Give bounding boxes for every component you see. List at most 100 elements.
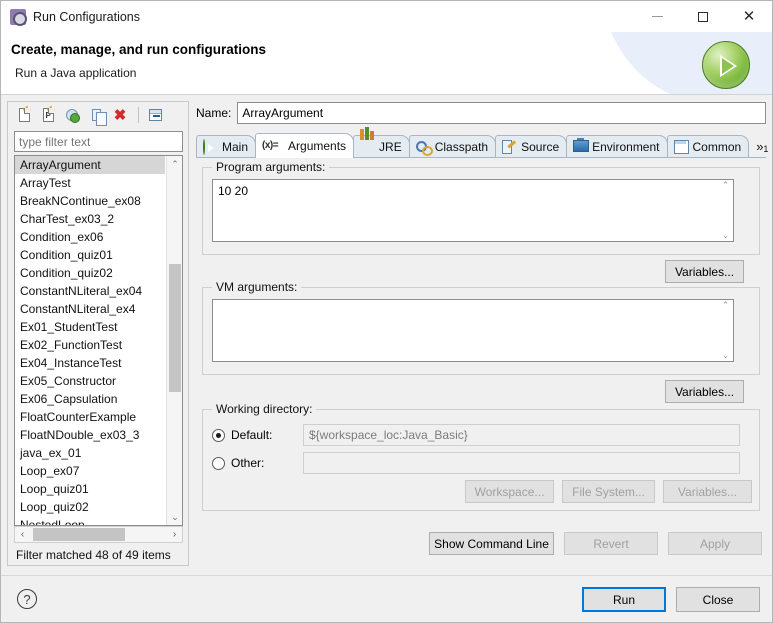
working-directory-default-option[interactable]: Default: ${workspace_loc:Java_Basic} <box>212 424 752 446</box>
vm-arguments-scrollbar[interactable]: ⌃ ⌄ <box>718 300 733 361</box>
vm-arguments-input[interactable] <box>212 299 734 362</box>
radio-other-icon[interactable] <box>212 456 225 470</box>
header-banner: Create, manage, and run configurations R… <box>1 32 772 95</box>
run-configurations-icon <box>10 8 27 26</box>
footer-buttons: Run Close <box>582 587 760 612</box>
default-directory-field: ${workspace_loc:Java_Basic} <box>303 424 740 446</box>
tab-classpath[interactable]: Classpath <box>408 135 497 157</box>
list-item[interactable]: Ex05_Constructor <box>15 372 165 390</box>
tab-label: Classpath <box>434 139 489 154</box>
program-arguments-scrollbar[interactable]: ⌃ ⌄ <box>718 180 733 241</box>
filter-status-text: Filter matched 48 of 49 items <box>16 548 171 562</box>
classpath-tab-icon <box>416 140 431 154</box>
file-system-button[interactable]: File System... <box>562 480 655 503</box>
tab-label: Common <box>692 139 742 154</box>
list-item[interactable]: FloatCounterExample <box>15 408 165 426</box>
working-directory-buttons: Workspace... File System... Variables... <box>465 480 752 503</box>
configurations-list[interactable]: ArrayArgument ArrayTest BreakNContinue_ex0… <box>14 155 183 526</box>
tab-main[interactable]: Main <box>196 135 257 157</box>
list-item[interactable]: Ex02_FunctionTest <box>15 336 165 354</box>
scroll-down-icon[interactable]: ⌄ <box>722 230 730 241</box>
configurations-panel: ✚ P✚ ✖ A <box>7 101 189 566</box>
list-item[interactable]: ConstantNLiteral_ex04 <box>15 282 165 300</box>
scroll-up-icon[interactable]: ⌃ <box>722 180 730 191</box>
tab-overflow-count: 1 <box>763 144 769 154</box>
program-arguments-label: Program arguments: <box>212 160 330 174</box>
horizontal-scroll-thumb[interactable] <box>33 528 125 541</box>
collapse-all-icon[interactable] <box>144 104 166 126</box>
list-item[interactable]: CharTest_ex03_2 <box>15 210 165 228</box>
list-item[interactable]: FloatNDouble_ex03_3 <box>15 426 165 444</box>
tab-arguments[interactable]: (x)= Arguments <box>255 133 355 158</box>
working-directory-other-option[interactable]: Other: <box>212 452 752 474</box>
list-item[interactable]: Condition_quiz01 <box>15 246 165 264</box>
program-arguments-variables-button[interactable]: Variables... <box>665 260 744 283</box>
tab-common[interactable]: Common <box>666 135 750 157</box>
name-row: Name: <box>196 101 766 125</box>
list-item[interactable]: NestedLoop <box>15 516 165 525</box>
source-tab-icon <box>502 140 517 154</box>
minimize-button[interactable] <box>634 1 680 32</box>
dialog-footer: ? Run Close <box>1 576 772 622</box>
maximize-button[interactable] <box>680 1 726 32</box>
dialog-body: ✚ P✚ ✖ A <box>1 96 772 575</box>
workspace-button[interactable]: Workspace... <box>465 480 554 503</box>
close-button-footer[interactable]: Close <box>676 587 760 612</box>
run-button[interactable]: Run <box>582 587 666 612</box>
new-configuration-icon[interactable]: ✚ <box>13 104 35 126</box>
editor-action-buttons: Show Command Line Revert Apply <box>429 532 762 555</box>
list-item[interactable]: Condition_quiz02 <box>15 264 165 282</box>
list-item[interactable]: Loop_quiz01 <box>15 480 165 498</box>
vm-arguments-variables-button[interactable]: Variables... <box>665 380 744 403</box>
show-command-line-button[interactable]: Show Command Line <box>429 532 554 555</box>
vm-arguments-group: VM arguments: ⌃ ⌄ <box>202 280 760 375</box>
tab-environment[interactable]: Environment <box>566 135 668 157</box>
list-item[interactable]: Loop_ex07 <box>15 462 165 480</box>
duplicate-configuration-icon[interactable] <box>85 104 107 126</box>
scroll-right-icon[interactable]: › <box>167 527 182 542</box>
revert-button[interactable]: Revert <box>564 532 658 555</box>
other-directory-field[interactable] <box>303 452 740 474</box>
list-item[interactable]: ArrayTest <box>15 174 165 192</box>
jre-tab-icon <box>360 126 375 154</box>
radio-default-icon[interactable] <box>212 428 225 442</box>
run-play-icon <box>702 41 750 89</box>
list-item[interactable]: Loop_quiz02 <box>15 498 165 516</box>
list-item[interactable]: Ex04_InstanceTest <box>15 354 165 372</box>
list-vertical-scrollbar[interactable]: ⌃ ⌄ <box>166 156 182 525</box>
new-prototype-icon[interactable]: P ✚ <box>37 104 59 126</box>
list-item[interactable]: BreakNContinue_ex08 <box>15 192 165 210</box>
scroll-down-icon[interactable]: ⌄ <box>167 509 182 525</box>
list-item[interactable]: ConstantNLiteral_ex4 <box>15 300 165 318</box>
export-configuration-icon[interactable] <box>61 104 83 126</box>
window-controls: ✕ <box>634 1 772 32</box>
name-input[interactable] <box>237 102 766 124</box>
list-item[interactable]: Ex06_Capsulation <box>15 390 165 408</box>
tab-label: JRE <box>379 139 402 154</box>
list-item[interactable]: Condition_ex06 <box>15 228 165 246</box>
list-item[interactable]: java_ex_01 <box>15 444 165 462</box>
filter-input[interactable] <box>14 131 183 152</box>
tab-source[interactable]: Source <box>495 135 568 157</box>
scroll-up-icon[interactable]: ⌃ <box>167 156 182 172</box>
tab-label: Main <box>222 139 249 154</box>
tab-overflow-glyph: » <box>756 139 764 154</box>
tab-overflow-button[interactable]: » 1 <box>748 139 773 157</box>
program-arguments-input[interactable]: 10 20 <box>212 179 734 242</box>
working-directory-variables-button[interactable]: Variables... <box>663 480 752 503</box>
help-icon[interactable]: ? <box>17 589 37 609</box>
list-horizontal-scrollbar[interactable]: ‹ › <box>14 526 183 543</box>
tab-jre[interactable]: JRE <box>353 126 410 157</box>
apply-button[interactable]: Apply <box>668 532 762 555</box>
list-item[interactable]: ArrayArgument <box>15 156 165 174</box>
vertical-scroll-thumb[interactable] <box>169 264 181 392</box>
scroll-up-icon[interactable]: ⌃ <box>722 300 730 311</box>
main-tab-icon-glyph <box>203 138 205 155</box>
tab-label: Arguments <box>288 138 347 153</box>
close-button[interactable]: ✕ <box>726 1 772 32</box>
delete-configuration-icon[interactable]: ✖ <box>109 104 131 126</box>
vm-arguments-label: VM arguments: <box>212 280 302 294</box>
list-item[interactable]: Ex01_StudentTest <box>15 318 165 336</box>
scroll-left-icon[interactable]: ‹ <box>15 527 30 542</box>
scroll-down-icon[interactable]: ⌄ <box>722 350 730 361</box>
